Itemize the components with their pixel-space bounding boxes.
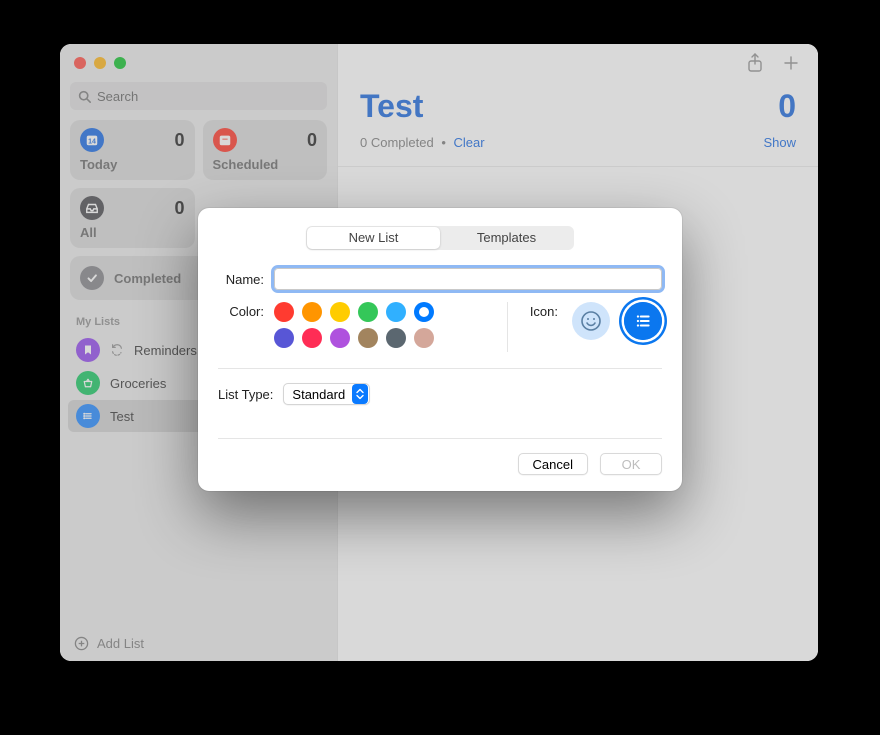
ok-button[interactable]: OK	[600, 453, 662, 475]
dialog-tabs: New List Templates	[306, 226, 574, 250]
list-icon	[634, 312, 652, 330]
color-swatch-rose[interactable]	[414, 328, 434, 348]
name-input[interactable]	[274, 268, 662, 290]
tab-new-list[interactable]: New List	[307, 227, 440, 249]
color-swatch-green[interactable]	[358, 302, 378, 322]
divider	[218, 368, 662, 369]
chevron-up-down-icon	[352, 384, 368, 404]
color-swatch-blue[interactable]	[414, 302, 434, 322]
icon-label: Icon:	[530, 302, 558, 319]
new-list-dialog: New List Templates Name: Color:	[198, 208, 682, 491]
color-swatches	[274, 302, 436, 348]
color-swatch-purple[interactable]	[330, 328, 350, 348]
name-label: Name:	[218, 272, 264, 287]
color-swatch-yellow[interactable]	[330, 302, 350, 322]
color-swatch-indigo[interactable]	[274, 328, 294, 348]
list-type-value: Standard	[292, 387, 345, 402]
color-swatch-gray[interactable]	[386, 328, 406, 348]
divider	[507, 302, 508, 352]
tab-templates[interactable]: Templates	[440, 227, 573, 249]
color-swatch-pink[interactable]	[302, 328, 322, 348]
color-swatch-lightblue[interactable]	[386, 302, 406, 322]
list-type-select[interactable]: Standard	[283, 383, 370, 405]
smile-icon	[579, 309, 603, 333]
emoji-icon-button[interactable]	[572, 302, 610, 340]
color-swatch-orange[interactable]	[302, 302, 322, 322]
color-swatch-brown[interactable]	[358, 328, 378, 348]
list-type-label: List Type:	[218, 387, 273, 402]
color-swatch-red[interactable]	[274, 302, 294, 322]
cancel-button[interactable]: Cancel	[518, 453, 588, 475]
list-icon-button[interactable]	[624, 302, 662, 340]
color-label: Color:	[218, 302, 264, 319]
